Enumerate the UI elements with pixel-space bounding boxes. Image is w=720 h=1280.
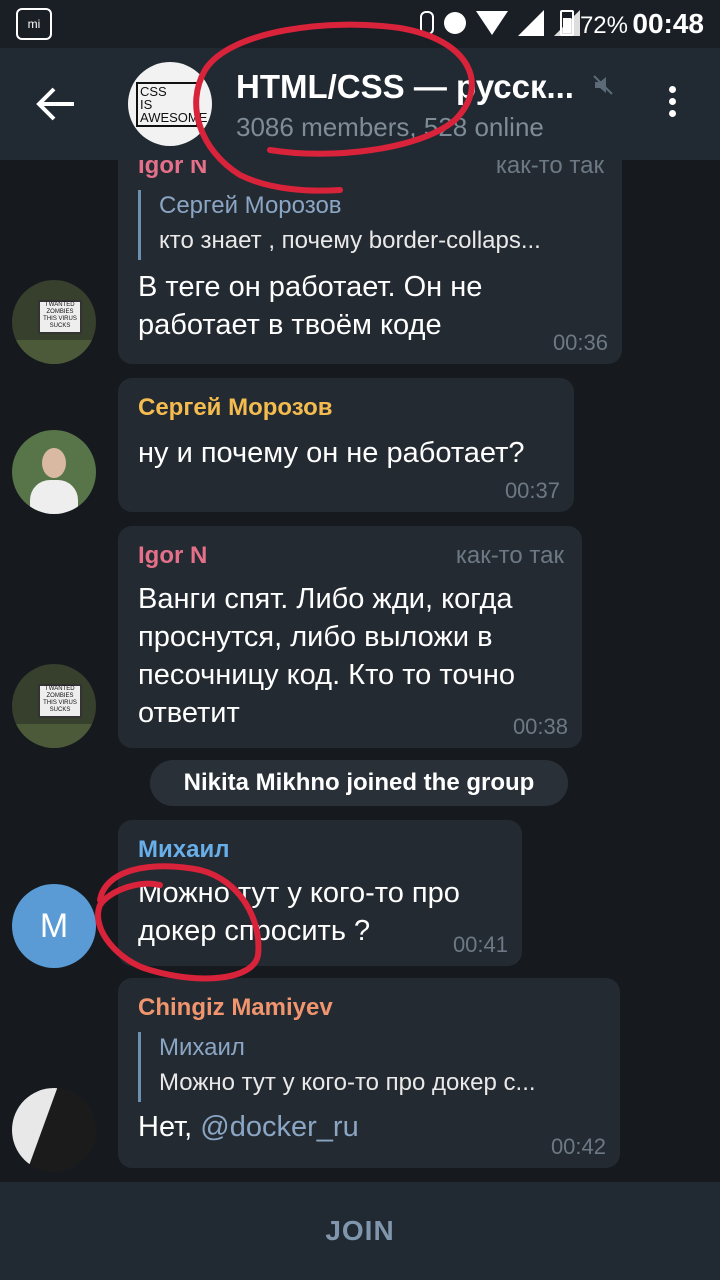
message-text: Ванги спят. Либо жди, когда проснутся, л… xyxy=(138,580,562,732)
message-text: Можно тут у кого-то про докер спросить ? xyxy=(138,874,502,950)
battery-icon xyxy=(560,10,574,36)
more-options-icon[interactable] xyxy=(662,86,682,126)
message-bubble[interactable]: Chingiz Mamiyev Михаил Можно тут у кого-… xyxy=(118,978,620,1168)
wifi-icon xyxy=(476,11,508,35)
avatar-body xyxy=(30,480,78,514)
message-line: Можно тут у кого-то про xyxy=(138,877,460,909)
admin-badge: как-то так xyxy=(455,542,564,569)
avatar[interactable] xyxy=(12,1088,96,1172)
avatar-sign-image: I WANTED ZOMBIES THIS VIRUS SUCKS xyxy=(38,300,82,334)
message-line: ответит xyxy=(138,697,240,729)
join-bar: JOIN xyxy=(0,1182,720,1280)
microphone-icon xyxy=(420,11,434,35)
back-arrow-icon[interactable] xyxy=(36,86,76,122)
avatar-image xyxy=(12,1088,58,1172)
reply-text: кто знает , почему border-collaps... xyxy=(159,227,541,254)
message-bubble[interactable]: Igor N как-то так Ванги спят. Либо жди, … xyxy=(118,526,582,748)
avatar-face xyxy=(42,448,66,478)
signal-icon xyxy=(518,10,544,36)
message-list[interactable]: Igor N как-то так Сергей Морозов кто зна… xyxy=(0,160,720,1180)
clock: 00:48 xyxy=(632,8,704,39)
message-line: докер спросить ? xyxy=(138,915,371,947)
message-text: ну и почему он не работает? xyxy=(138,434,554,472)
reply-text: Можно тут у кого-то про докер с... xyxy=(159,1069,536,1096)
message-bubble[interactable]: Михаил Можно тут у кого-то про докер спр… xyxy=(118,820,522,966)
message-bubble[interactable]: Сергей Морозов ну и почему он не работае… xyxy=(118,378,574,512)
message-line: ну и почему он не работает? xyxy=(138,437,525,469)
chat-header: CSS IS AWESOME HTML/CSS — русск... 3086 … xyxy=(0,48,720,160)
message-time: 00:42 xyxy=(550,1134,606,1159)
avatar-logo-text: CSS IS AWESOME xyxy=(136,82,207,127)
sender-name: Михаил xyxy=(138,836,230,863)
message-line: работает в твоём коде xyxy=(138,309,442,341)
avatar-ground xyxy=(12,340,96,364)
avatar[interactable] xyxy=(12,430,96,514)
status-bar: mi 72% 00:48 xyxy=(0,0,720,48)
service-message: Nikita Mikhno joined the group xyxy=(150,760,568,806)
admin-badge: как-то так xyxy=(495,160,604,179)
message-time: 00:41 xyxy=(452,932,508,957)
status-icons xyxy=(420,10,580,36)
chat-avatar[interactable]: CSS IS AWESOME xyxy=(128,62,212,146)
mention-link[interactable]: @docker_ru xyxy=(200,1111,358,1143)
chat-title[interactable]: HTML/CSS — русск... xyxy=(236,68,586,106)
message-text: В теге он работает. Он не работает в тво… xyxy=(138,268,602,344)
message-line: В теге он работает. Он не xyxy=(138,271,483,303)
reply-sender: Сергей Морозов xyxy=(159,192,342,219)
message-line: проснутся, либо выложи в xyxy=(138,621,493,653)
dnd-icon xyxy=(444,12,466,34)
reply-quote[interactable]: Сергей Морозов кто знает , почему border… xyxy=(138,190,602,260)
message-line: Ванги спят. Либо жди, когда xyxy=(138,583,513,615)
avatar[interactable]: I WANTED ZOMBIES THIS VIRUS SUCKS xyxy=(12,280,96,364)
avatar[interactable]: M xyxy=(12,884,96,968)
avatar-ground xyxy=(12,724,96,748)
reply-sender: Михаил xyxy=(159,1034,245,1061)
avatar[interactable]: I WANTED ZOMBIES THIS VIRUS SUCKS xyxy=(12,664,96,748)
sender-name: Сергей Морозов xyxy=(138,394,333,421)
battery-percent: 72% xyxy=(579,12,628,39)
mi-notification-icon: mi xyxy=(16,8,52,40)
sender-name: Chingiz Mamiyev xyxy=(138,994,333,1021)
message-text: Нет, @docker_ru xyxy=(138,1108,600,1146)
message-time: 00:36 xyxy=(552,330,608,355)
message-time: 00:37 xyxy=(504,478,560,503)
reply-quote[interactable]: Михаил Можно тут у кого-то про докер с..… xyxy=(138,1032,600,1102)
chat-member-count: 3086 members, 528 online xyxy=(236,112,544,142)
avatar-sign-image: I WANTED ZOMBIES THIS VIRUS SUCKS xyxy=(38,684,82,718)
message-time: 00:38 xyxy=(512,714,568,739)
join-button[interactable]: JOIN xyxy=(325,1215,394,1247)
message-bubble[interactable]: Igor N как-то так Сергей Морозов кто зна… xyxy=(118,160,622,364)
mute-icon xyxy=(593,75,613,95)
message-text-prefix: Нет, xyxy=(138,1111,201,1143)
message-line: песочницу код. Кто то точно xyxy=(138,659,516,691)
